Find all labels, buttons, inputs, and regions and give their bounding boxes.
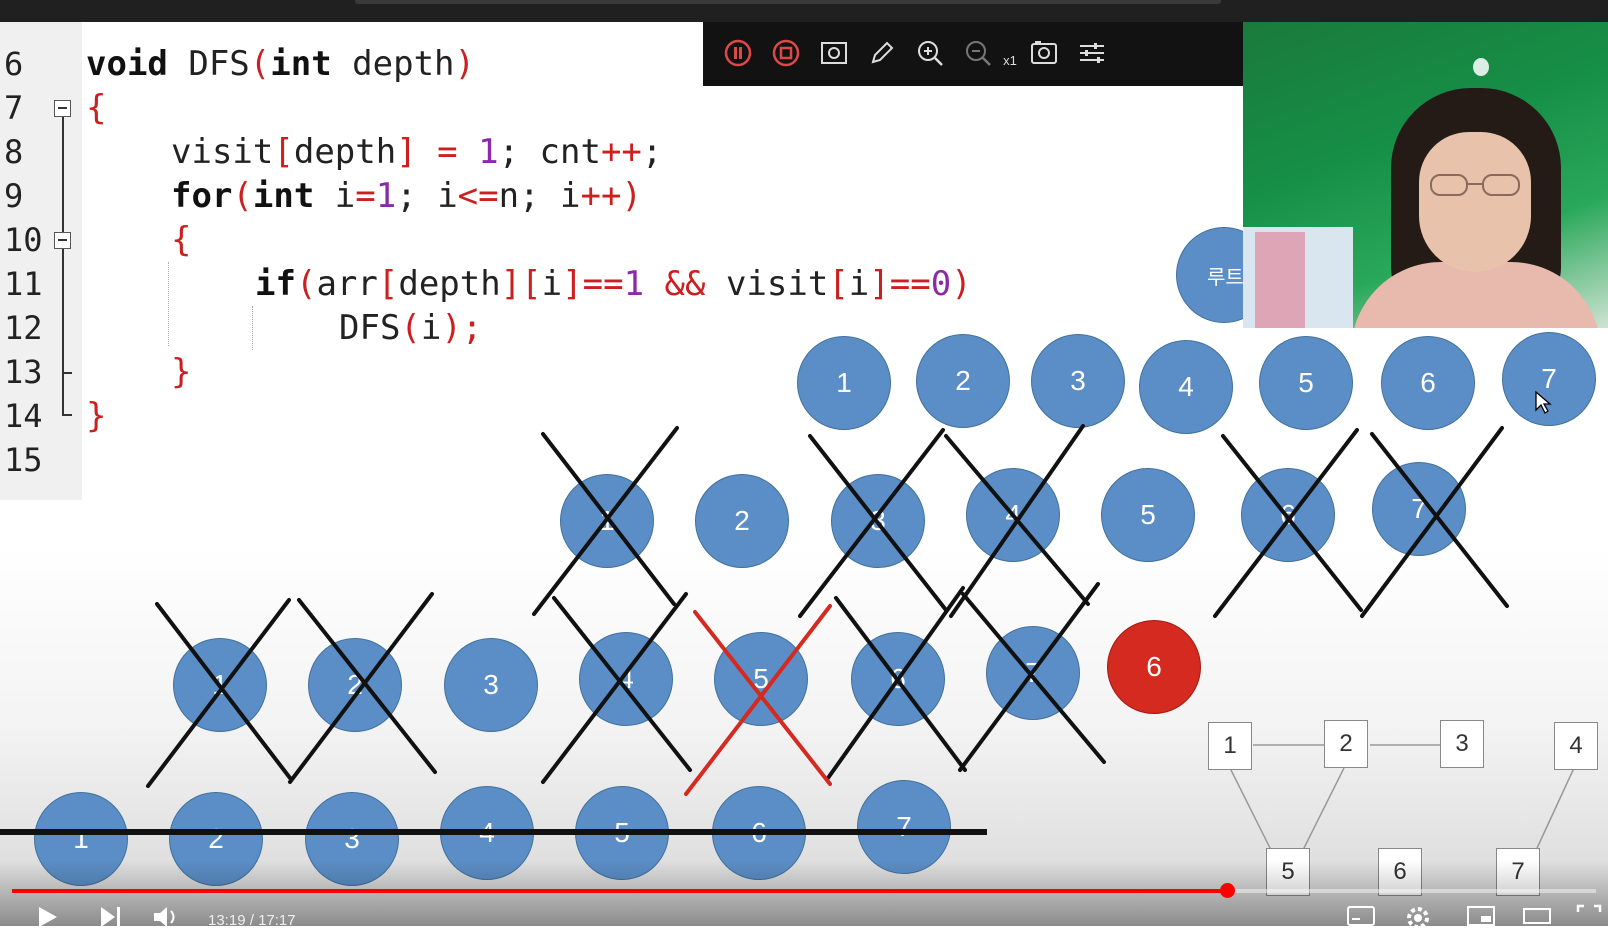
- graph-node: 4: [1554, 722, 1598, 770]
- play-icon[interactable]: [34, 904, 60, 937]
- address-bar[interactable]: [355, 0, 1221, 4]
- volume-icon[interactable]: [152, 904, 182, 937]
- subtitles-icon[interactable]: [1346, 904, 1376, 935]
- duration: 17:17: [258, 912, 296, 929]
- progress-played[interactable]: [12, 889, 1227, 893]
- video-player-controls: 13:19 / 17:17: [0, 860, 1608, 929]
- graph-node: 1: [1208, 722, 1252, 770]
- settings-gear-icon[interactable]: [1404, 904, 1432, 939]
- graph-node: 2: [1324, 720, 1368, 768]
- progress-scrubber[interactable]: [1220, 883, 1235, 898]
- video-frame[interactable]: 6 7 8 9 10 11 12 13 14 15 void DFS(int d…: [0, 22, 1608, 926]
- mouse-cursor-icon: [1535, 390, 1552, 414]
- browser-top-bar: [0, 0, 1608, 22]
- graph-node: 3: [1440, 720, 1484, 768]
- time-display: 13:19 / 17:17: [208, 912, 296, 929]
- theater-mode-icon[interactable]: [1522, 904, 1552, 935]
- current-time: 13:19: [208, 912, 246, 929]
- fullscreen-icon[interactable]: [1576, 904, 1602, 935]
- next-video-icon[interactable]: [98, 904, 124, 937]
- miniplayer-icon[interactable]: [1466, 904, 1496, 935]
